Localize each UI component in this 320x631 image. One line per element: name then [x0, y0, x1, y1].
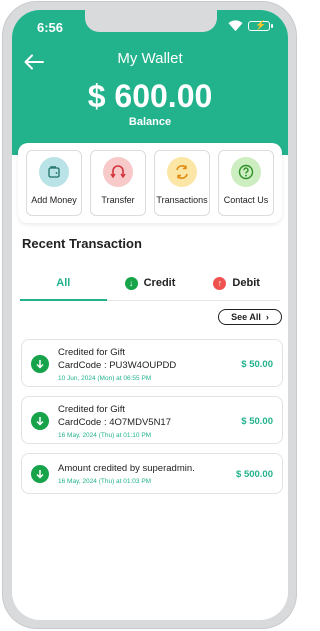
tab-credit-label: Credit [143, 277, 176, 289]
chevron-right-icon: › [265, 312, 269, 322]
wallet-header: 6:56 ⚡ My Wallet $ 600.00 Balance [12, 10, 288, 155]
transaction-amount: $ 50.00 [241, 416, 273, 427]
transaction-amount: $ 50.00 [241, 359, 273, 370]
debit-arrow-icon: ↑ [213, 276, 227, 290]
app-screen: 6:56 ⚡ My Wallet $ 600.00 Balance Add Mo… [12, 10, 288, 620]
page-title: My Wallet [117, 50, 183, 67]
contact-us-button[interactable]: Contact Us [218, 150, 274, 216]
tab-debit[interactable]: ↑ Debit [193, 266, 280, 300]
balance-label: Balance [128, 116, 172, 128]
transaction-tabs: All ↓ Credit ↑ Debit [20, 266, 280, 301]
transaction-detail: CardCode : 4O7MDV5N17 [58, 417, 171, 428]
exchange-icon [167, 157, 197, 187]
tab-debit-label: Debit [232, 277, 260, 289]
transaction-title: Amount credited by superadmin. [58, 463, 195, 474]
transactions-button[interactable]: Transactions [154, 150, 210, 216]
see-all-button[interactable]: See All › [218, 309, 282, 325]
add-money-button[interactable]: Add Money [26, 150, 82, 216]
credit-arrow-icon [31, 355, 49, 373]
transactions-label: Transactions [156, 195, 208, 205]
transfer-icon [103, 157, 133, 187]
tab-credit[interactable]: ↓ Credit [107, 266, 194, 300]
phone-frame: 6:56 ⚡ My Wallet $ 600.00 Balance Add Mo… [3, 2, 296, 628]
battery-icon: ⚡ [248, 20, 273, 31]
transfer-label: Transfer [101, 195, 135, 205]
status-icons: ⚡ [228, 19, 273, 32]
see-all-label: See All [231, 312, 261, 322]
wallet-balance: $ 600.00 [87, 78, 213, 114]
transaction-item[interactable]: Credited for Gift CardCode : 4O7MDV5N17 … [21, 396, 283, 444]
transaction-title: Credited for Gift [58, 347, 126, 358]
wifi-icon [228, 20, 243, 32]
wallet-icon [39, 157, 69, 187]
recent-transaction-title: Recent Transaction [22, 236, 142, 251]
question-icon [231, 157, 261, 187]
transaction-detail: CardCode : PU3W4OUPDD [58, 360, 177, 371]
quick-actions: Add Money Transfer Transactions Contact … [18, 143, 282, 223]
contact-us-label: Contact Us [223, 195, 269, 205]
transaction-date: 16 May, 2024 (Thu) at 01:10 PM [58, 432, 152, 439]
transfer-button[interactable]: Transfer [90, 150, 146, 216]
add-money-label: Add Money [31, 195, 77, 205]
credit-arrow-icon [31, 465, 49, 483]
status-time: 6:56 [37, 20, 64, 35]
transaction-item[interactable]: Credited for Gift CardCode : PU3W4OUPDD … [21, 339, 283, 387]
transaction-title: Credited for Gift [58, 404, 126, 415]
credit-arrow-icon [31, 412, 49, 430]
credit-arrow-icon: ↓ [124, 276, 138, 290]
transaction-date: 16 May, 2024 (Thu) at 01:03 PM [58, 478, 152, 485]
tab-all[interactable]: All [20, 266, 107, 301]
transaction-date: 10 Jun, 2024 (Mon) at 06:55 PM [58, 375, 152, 382]
transaction-amount: $ 500.00 [236, 469, 273, 480]
transaction-item[interactable]: Amount credited by superadmin. 16 May, 2… [21, 453, 283, 494]
phone-notch [85, 10, 217, 32]
tab-all-label: All [56, 277, 71, 289]
